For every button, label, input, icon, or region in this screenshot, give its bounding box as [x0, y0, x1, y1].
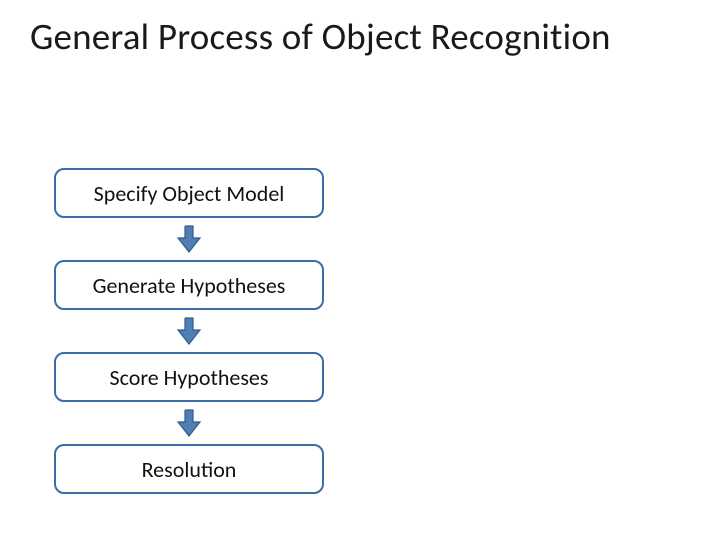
page-title: General Process of Object Recognition — [30, 14, 690, 59]
arrow-connector — [54, 218, 324, 260]
step-label: Resolution — [142, 456, 237, 483]
arrow-connector — [54, 310, 324, 352]
step-label: Generate Hypotheses — [93, 272, 286, 299]
down-arrow-icon — [174, 316, 204, 346]
step-score-hypotheses: Score Hypotheses — [54, 352, 324, 402]
step-specify-model: Specify Object Model — [54, 168, 324, 218]
step-label: Specify Object Model — [94, 180, 285, 207]
down-arrow-icon — [174, 224, 204, 254]
process-flow: Specify Object Model Generate Hypotheses… — [54, 168, 324, 494]
step-generate-hypotheses: Generate Hypotheses — [54, 260, 324, 310]
slide: General Process of Object Recognition Sp… — [0, 0, 720, 540]
step-resolution: Resolution — [54, 444, 324, 494]
arrow-connector — [54, 402, 324, 444]
down-arrow-icon — [174, 408, 204, 438]
step-label: Score Hypotheses — [110, 364, 269, 391]
